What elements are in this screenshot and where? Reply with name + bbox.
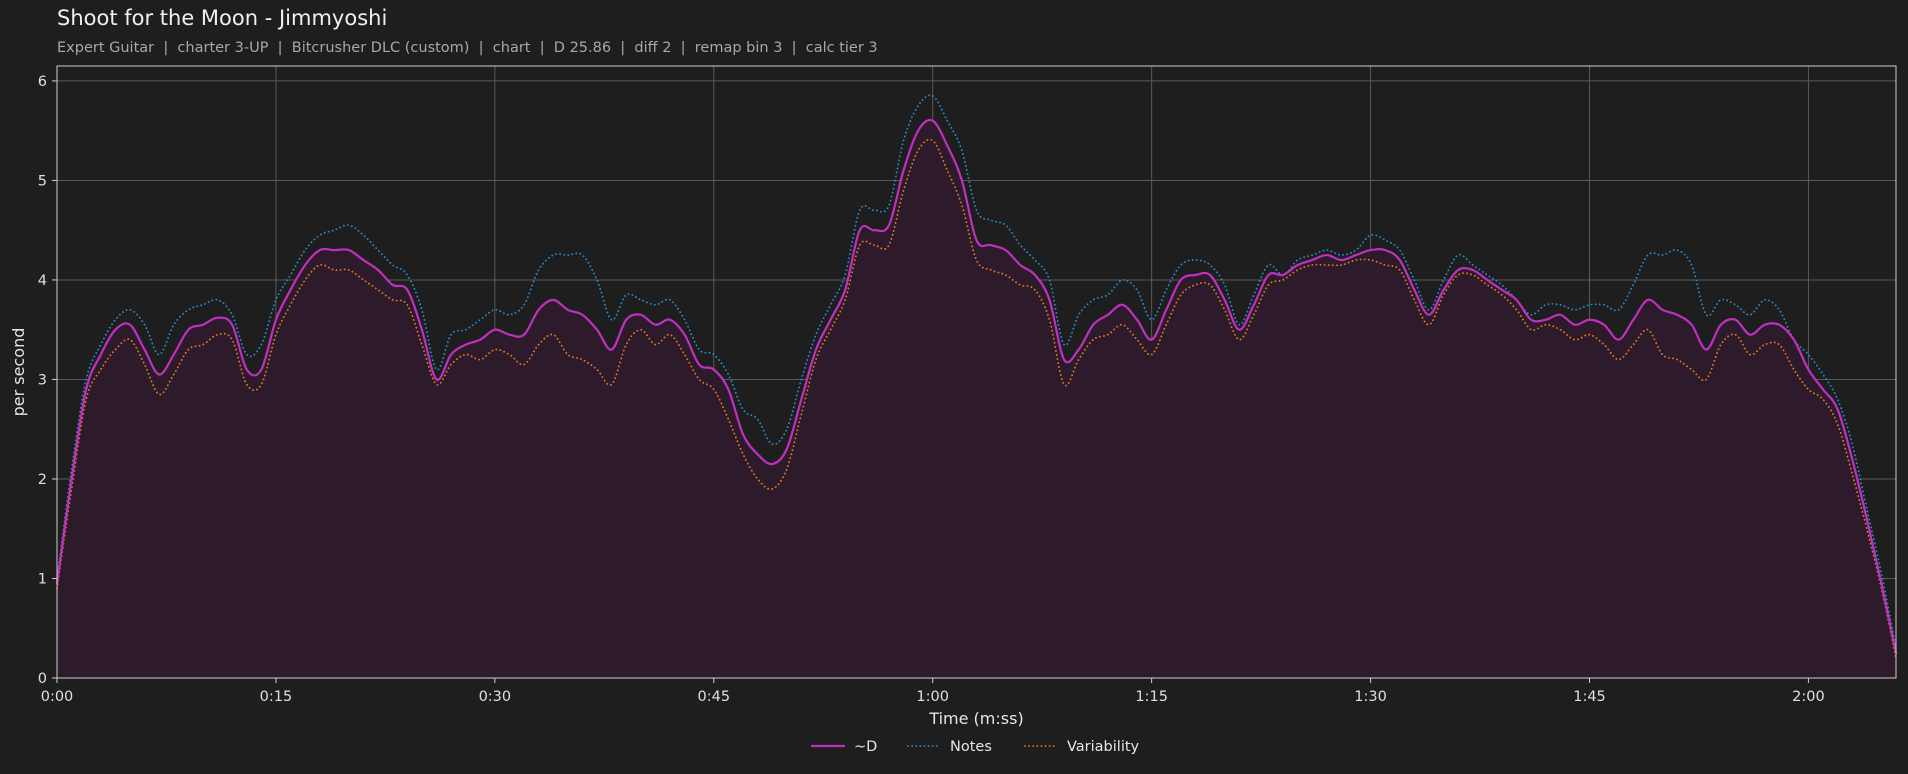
legend-label: Variability	[1067, 739, 1140, 755]
y-tick-label: 6	[38, 74, 47, 90]
area-under-d	[57, 120, 1896, 678]
chart-plot: 0:00 0:15 0:30 0:45 1:00 1:15 1:30 1:45 2:00 0 1 2…	[9, 65, 1898, 755]
x-tick-label: 0:45	[698, 689, 731, 705]
y-axis: 0 1 2 3 4 5 6	[38, 74, 57, 687]
x-tick-label: 1:00	[916, 689, 949, 705]
x-axis-label: Time (m:ss)	[928, 709, 1023, 728]
x-tick-label: 0:30	[479, 689, 512, 705]
x-tick-label: 2:00	[1792, 689, 1825, 705]
x-tick-label: 0:00	[41, 689, 74, 705]
y-tick-label: 0	[38, 671, 47, 687]
legend-label: Notes	[950, 739, 992, 755]
x-tick-label: 0:15	[260, 689, 293, 705]
legend-label: ~D	[854, 739, 877, 755]
area-fill	[57, 120, 1896, 678]
y-tick-label: 4	[38, 273, 47, 289]
y-tick-label: 2	[38, 472, 47, 488]
x-tick-label: 1:15	[1135, 689, 1168, 705]
x-tick-label: 1:45	[1573, 689, 1606, 705]
legend: ~D Notes Variability	[810, 739, 1140, 755]
y-axis-label: per second	[9, 328, 28, 417]
x-axis: 0:00 0:15 0:30 0:45 1:00 1:15 1:30 1:45 2:00	[41, 678, 1825, 705]
y-tick-label: 3	[38, 372, 47, 388]
y-tick-label: 1	[38, 571, 47, 587]
y-tick-label: 5	[38, 173, 47, 189]
x-tick-label: 1:30	[1354, 689, 1387, 705]
